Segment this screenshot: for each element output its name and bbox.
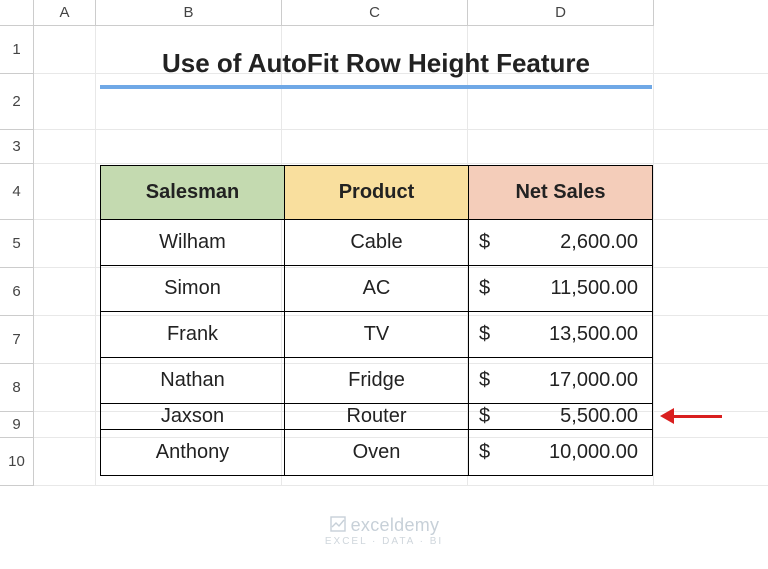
col-head-d[interactable]: D (468, 0, 654, 26)
row-head[interactable]: 2 (0, 74, 34, 130)
amount: 11,500.00 (551, 277, 639, 300)
currency-symbol: $ (479, 277, 490, 300)
cell-product[interactable]: Router (285, 404, 469, 430)
table-row: SimonAC$11,500.00 (101, 266, 653, 312)
cell-product[interactable]: Cable (285, 220, 469, 266)
cell-salesman[interactable]: Anthony (101, 430, 285, 476)
table-row: WilhamCable$2,600.00 (101, 220, 653, 266)
arrow-left-icon (660, 408, 674, 424)
row-head[interactable]: 9 (0, 412, 34, 438)
row-head[interactable]: 1 (0, 26, 34, 74)
row-head[interactable]: 6 (0, 268, 34, 316)
currency-symbol: $ (479, 405, 490, 428)
amount: 17,000.00 (549, 369, 638, 392)
cell-salesman[interactable]: Simon (101, 266, 285, 312)
cell-net-sales[interactable]: $17,000.00 (469, 358, 653, 404)
amount: 5,500.00 (560, 405, 638, 428)
cell-salesman[interactable]: Nathan (101, 358, 285, 404)
cell-salesman[interactable]: Wilham (101, 220, 285, 266)
callout-arrow (660, 408, 722, 424)
row-head[interactable]: 7 (0, 316, 34, 364)
col-head-b[interactable]: B (96, 0, 282, 26)
currency-symbol: $ (479, 369, 490, 392)
col-head-c[interactable]: C (282, 0, 468, 26)
amount: 13,500.00 (549, 323, 638, 346)
logo-icon (329, 515, 347, 538)
table-row: FrankTV$13,500.00 (101, 312, 653, 358)
currency-symbol: $ (479, 323, 490, 346)
watermark: exceldemy EXCEL · DATA · BI (0, 515, 768, 547)
cell-salesman[interactable]: Jaxson (101, 404, 285, 430)
title-cell: Use of AutoFit Row Height Feature (100, 48, 652, 89)
cell-product[interactable]: Oven (285, 430, 469, 476)
spreadsheet: A B C D 12345678910 Use of AutoFit Row H… (0, 0, 768, 569)
table-row: JaxsonRouter$5,500.00 (101, 404, 653, 430)
cell-net-sales[interactable]: $13,500.00 (469, 312, 653, 358)
watermark-tagline: EXCEL · DATA · BI (0, 536, 768, 547)
header-product: Product (285, 166, 469, 220)
cell-net-sales[interactable]: $5,500.00 (469, 404, 653, 430)
row-head[interactable]: 4 (0, 164, 34, 220)
cell-product[interactable]: TV (285, 312, 469, 358)
table-row: NathanFridge$17,000.00 (101, 358, 653, 404)
cell-product[interactable]: AC (285, 266, 469, 312)
arrow-line (674, 415, 722, 418)
col-head-a[interactable]: A (34, 0, 96, 26)
cell-net-sales[interactable]: $10,000.00 (469, 430, 653, 476)
column-header-row: A B C D (0, 0, 768, 26)
watermark-brand: exceldemy (351, 515, 440, 535)
data-table: Salesman Product Net Sales WilhamCable$2… (100, 165, 653, 476)
currency-symbol: $ (479, 441, 490, 464)
header-net-sales: Net Sales (469, 166, 653, 220)
row-head[interactable]: 3 (0, 130, 34, 164)
row-head[interactable]: 5 (0, 220, 34, 268)
header-salesman: Salesman (101, 166, 285, 220)
row-head[interactable]: 8 (0, 364, 34, 412)
currency-symbol: $ (479, 231, 490, 254)
cell-net-sales[interactable]: $2,600.00 (469, 220, 653, 266)
table-header-row: Salesman Product Net Sales (101, 166, 653, 220)
table-row: AnthonyOven$10,000.00 (101, 430, 653, 476)
select-all-corner[interactable] (0, 0, 34, 26)
row-head[interactable]: 10 (0, 438, 34, 486)
amount: 2,600.00 (560, 231, 638, 254)
cell-net-sales[interactable]: $11,500.00 (469, 266, 653, 312)
cell-salesman[interactable]: Frank (101, 312, 285, 358)
row-header-col: 12345678910 (0, 26, 34, 486)
page-title: Use of AutoFit Row Height Feature (100, 48, 652, 89)
cell-product[interactable]: Fridge (285, 358, 469, 404)
amount: 10,000.00 (549, 441, 638, 464)
